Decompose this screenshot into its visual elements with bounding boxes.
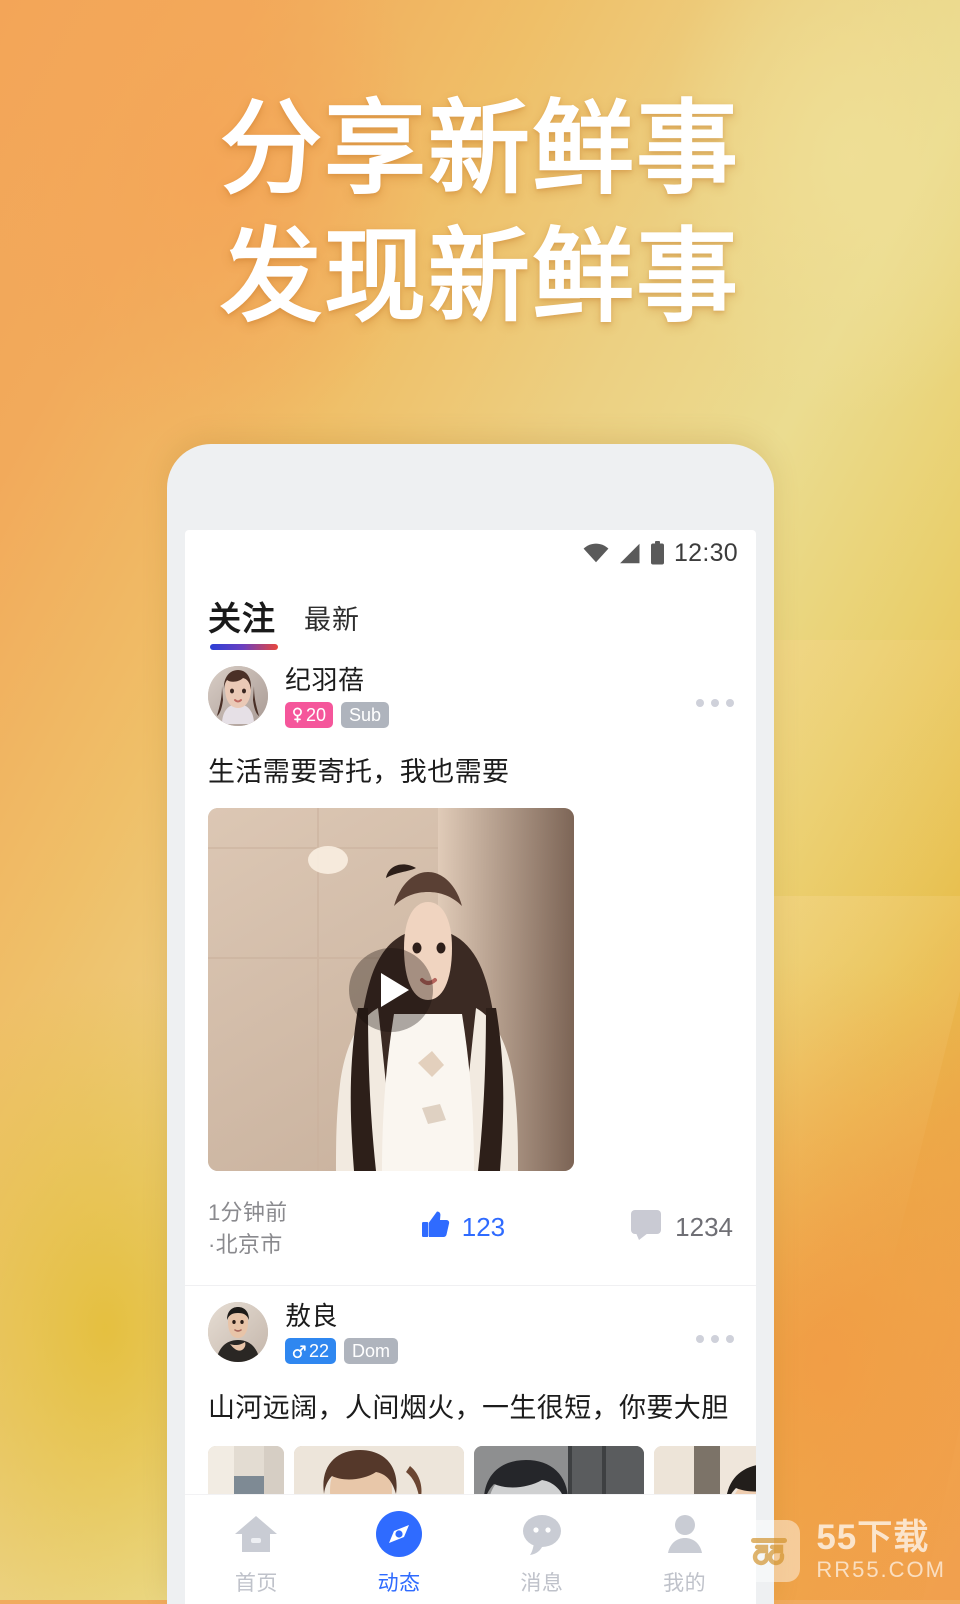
post-time-location: 1分钟前·北京市: [208, 1200, 288, 1257]
watermark-logo-icon: [738, 1519, 801, 1582]
like-count: 123: [461, 1211, 506, 1242]
tab-following[interactable]: 关注: [208, 592, 278, 650]
comment-bubble-icon: [630, 1209, 662, 1245]
tab-active-underline: [210, 644, 278, 650]
status-bar: 12:30: [185, 530, 756, 576]
post-media: [185, 790, 756, 1171]
phone-mockup: 12:30 关注 最新 纪羽蓓 20 Sub 生活需要寄托，我也需要 1分钟前·…: [167, 444, 774, 1604]
post-user-meta: 敖良 22 Dom: [285, 1300, 696, 1364]
nav-item-profile[interactable]: 我的: [613, 1508, 756, 1597]
chat-bubble-icon: [516, 1508, 568, 1560]
female-symbol-icon: [292, 707, 303, 724]
more-horizontal-icon[interactable]: [696, 685, 734, 707]
post-text: 生活需要寄托，我也需要: [208, 757, 510, 787]
tab-following-label: 关注: [208, 600, 276, 637]
nav-label-profile: 我的: [663, 1572, 707, 1595]
post-user-name: 敖良: [285, 1301, 339, 1331]
role-badge: Sub: [341, 702, 390, 728]
post-user-meta: 纪羽蓓 20 Sub: [285, 664, 696, 728]
nav-item-moments[interactable]: 动态: [328, 1508, 471, 1597]
thumbs-up-icon: [420, 1209, 451, 1245]
tab-latest-label: 最新: [304, 605, 360, 635]
watermark: 55下载 RR55.COM: [738, 1519, 946, 1582]
post-stats: 1分钟前·北京市 123 1234: [185, 1171, 756, 1259]
comment-button[interactable]: 1234: [630, 1209, 733, 1245]
nav-label-moments: 动态: [377, 1572, 421, 1595]
age-value: 22: [309, 1341, 330, 1361]
more-horizontal-icon[interactable]: [696, 1321, 734, 1343]
wifi-icon: [583, 543, 609, 563]
post-badges: 22 Dom: [285, 1338, 696, 1364]
avatar[interactable]: [208, 666, 268, 726]
watermark-text: 55下载 RR55.COM: [816, 1519, 946, 1582]
post-badges: 20 Sub: [285, 702, 696, 728]
male-symbol-icon: [292, 1344, 306, 1359]
post-header: 敖良 22 Dom: [185, 1300, 756, 1364]
nav-item-home[interactable]: 首页: [185, 1508, 328, 1597]
compass-icon: [373, 1508, 425, 1560]
nav-label-messages: 消息: [520, 1572, 564, 1595]
avatar[interactable]: [208, 1302, 268, 1362]
person-icon: [659, 1508, 711, 1560]
role-badge: Dom: [344, 1338, 399, 1364]
post-header: 纪羽蓓 20 Sub: [185, 664, 756, 728]
status-time: 12:30: [673, 538, 738, 567]
nav-label-home: 首页: [234, 1572, 278, 1595]
tab-latest[interactable]: 最新: [304, 598, 360, 650]
cellular-signal-icon: [618, 543, 641, 564]
gender-age-badge: 20: [285, 702, 334, 728]
age-value: 20: [306, 705, 327, 725]
home-icon: [230, 1508, 282, 1560]
gender-age-badge: 22: [285, 1338, 337, 1364]
comment-count: 1234: [675, 1211, 733, 1242]
watermark-title: 55下载: [816, 1518, 930, 1557]
battery-icon: [650, 541, 665, 565]
feed-tab-bar: 关注 最新: [185, 576, 756, 650]
bottom-navigation: 首页 动态 消息 我的: [185, 1494, 756, 1604]
nav-item-messages[interactable]: 消息: [471, 1508, 614, 1597]
post-user-name: 纪羽蓓: [285, 665, 365, 695]
phone-screen: 12:30 关注 最新 纪羽蓓 20 Sub 生活需要寄托，我也需要 1分钟前·…: [185, 530, 756, 1604]
video-thumbnail[interactable]: [208, 808, 574, 1171]
post-text: 山河远阔，人间烟火，一生很短，你要大胆: [208, 1393, 729, 1423]
feed-post[interactable]: 纪羽蓓 20 Sub 生活需要寄托，我也需要 1分钟前·北京市 123 1234: [185, 650, 756, 1286]
watermark-subtitle: RR55.COM: [816, 1557, 946, 1582]
like-button[interactable]: 123: [420, 1209, 505, 1245]
play-icon[interactable]: [349, 947, 433, 1032]
